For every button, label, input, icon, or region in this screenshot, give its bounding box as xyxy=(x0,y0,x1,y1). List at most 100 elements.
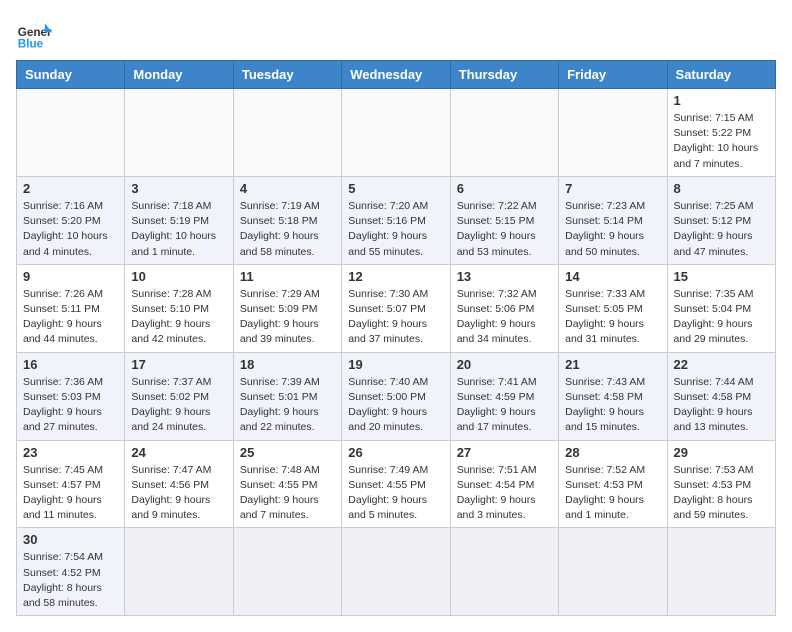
day-number: 5 xyxy=(348,181,443,196)
calendar-day-cell xyxy=(233,89,341,177)
day-info: Sunrise: 7:37 AM Sunset: 5:02 PM Dayligh… xyxy=(131,375,226,436)
calendar-day-cell xyxy=(125,89,233,177)
page-header: General Blue xyxy=(16,16,776,52)
day-number: 8 xyxy=(674,181,769,196)
calendar-day-cell xyxy=(342,89,450,177)
weekday-header: Monday xyxy=(125,61,233,89)
calendar-week-row: 23Sunrise: 7:45 AM Sunset: 4:57 PM Dayli… xyxy=(17,440,776,528)
calendar-day-cell: 8 Sunrise: 7:25 AM Sunset: 5:12 PM Daylig… xyxy=(667,176,775,264)
day-info: Sunrise: 7:20 AM Sunset: 5:16 PM Dayligh… xyxy=(348,199,443,260)
day-info: Sunrise: 7:18 AM Sunset: 5:19 PM Dayligh… xyxy=(131,199,226,260)
day-info: Sunrise: 7:16 AM Sunset: 5:20 PM Dayligh… xyxy=(23,199,118,260)
day-number: 14 xyxy=(565,269,660,284)
day-info: Sunrise: 7:41 AM Sunset: 4:59 PM Dayligh… xyxy=(457,375,552,436)
calendar-day-cell: 25Sunrise: 7:48 AM Sunset: 4:55 PM Dayli… xyxy=(233,440,341,528)
day-info: Sunrise: 7:54 AM Sunset: 4:52 PM Dayligh… xyxy=(23,550,118,611)
day-number: 13 xyxy=(457,269,552,284)
day-info: Sunrise: 7:32 AM Sunset: 5:06 PM Dayligh… xyxy=(457,287,552,348)
logo-icon: General Blue xyxy=(16,16,52,52)
calendar-day-cell xyxy=(450,89,558,177)
day-number: 29 xyxy=(674,445,769,460)
day-info: Sunrise: 7:29 AM Sunset: 5:09 PM Dayligh… xyxy=(240,287,335,348)
calendar-day-cell xyxy=(125,528,233,616)
day-number: 7 xyxy=(565,181,660,196)
calendar-day-cell: 16 Sunrise: 7:36 AM Sunset: 5:03 PM Dayli… xyxy=(17,352,125,440)
day-info: Sunrise: 7:43 AM Sunset: 4:58 PM Dayligh… xyxy=(565,375,660,436)
calendar-day-cell: 19 Sunrise: 7:40 AM Sunset: 5:00 PM Dayli… xyxy=(342,352,450,440)
day-info: Sunrise: 7:49 AM Sunset: 4:55 PM Dayligh… xyxy=(348,463,443,524)
weekday-header: Wednesday xyxy=(342,61,450,89)
calendar-day-cell: 26 Sunrise: 7:49 AM Sunset: 4:55 PM Dayli… xyxy=(342,440,450,528)
day-info: Sunrise: 7:33 AM Sunset: 5:05 PM Dayligh… xyxy=(565,287,660,348)
calendar-day-cell: 22 Sunrise: 7:44 AM Sunset: 4:58 PM Dayli… xyxy=(667,352,775,440)
day-info: Sunrise: 7:51 AM Sunset: 4:54 PM Dayligh… xyxy=(457,463,552,524)
calendar-day-cell: 17Sunrise: 7:37 AM Sunset: 5:02 PM Dayli… xyxy=(125,352,233,440)
day-info: Sunrise: 7:47 AM Sunset: 4:56 PM Dayligh… xyxy=(131,463,226,524)
calendar-day-cell: 24 Sunrise: 7:47 AM Sunset: 4:56 PM Dayli… xyxy=(125,440,233,528)
calendar-week-row: 30 Sunrise: 7:54 AM Sunset: 4:52 PM Dayli… xyxy=(17,528,776,616)
day-number: 3 xyxy=(131,181,226,196)
day-number: 23 xyxy=(23,445,118,460)
day-number: 10 xyxy=(131,269,226,284)
day-number: 22 xyxy=(674,357,769,372)
day-info: Sunrise: 7:26 AM Sunset: 5:11 PM Dayligh… xyxy=(23,287,118,348)
calendar-day-cell: 18 Sunrise: 7:39 AM Sunset: 5:01 PM Dayli… xyxy=(233,352,341,440)
calendar-day-cell: 20Sunrise: 7:41 AM Sunset: 4:59 PM Dayli… xyxy=(450,352,558,440)
weekday-header: Saturday xyxy=(667,61,775,89)
calendar-table: SundayMondayTuesdayWednesdayThursdayFrid… xyxy=(16,60,776,616)
day-number: 26 xyxy=(348,445,443,460)
calendar-day-cell: 29Sunrise: 7:53 AM Sunset: 4:53 PM Dayli… xyxy=(667,440,775,528)
day-number: 9 xyxy=(23,269,118,284)
calendar-day-cell: 5 Sunrise: 7:20 AM Sunset: 5:16 PM Daylig… xyxy=(342,176,450,264)
day-info: Sunrise: 7:25 AM Sunset: 5:12 PM Dayligh… xyxy=(674,199,769,260)
calendar-day-cell: 4Sunrise: 7:19 AM Sunset: 5:18 PM Daylig… xyxy=(233,176,341,264)
day-number: 28 xyxy=(565,445,660,460)
day-number: 19 xyxy=(348,357,443,372)
calendar-day-cell xyxy=(17,89,125,177)
weekday-header: Sunday xyxy=(17,61,125,89)
day-info: Sunrise: 7:52 AM Sunset: 4:53 PM Dayligh… xyxy=(565,463,660,524)
calendar-day-cell xyxy=(667,528,775,616)
weekday-header: Tuesday xyxy=(233,61,341,89)
day-info: Sunrise: 7:39 AM Sunset: 5:01 PM Dayligh… xyxy=(240,375,335,436)
calendar-day-cell: 6Sunrise: 7:22 AM Sunset: 5:15 PM Daylig… xyxy=(450,176,558,264)
day-info: Sunrise: 7:48 AM Sunset: 4:55 PM Dayligh… xyxy=(240,463,335,524)
day-info: Sunrise: 7:30 AM Sunset: 5:07 PM Dayligh… xyxy=(348,287,443,348)
calendar-week-row: 9 Sunrise: 7:26 AM Sunset: 5:11 PM Daylig… xyxy=(17,264,776,352)
calendar-header-row: SundayMondayTuesdayWednesdayThursdayFrid… xyxy=(17,61,776,89)
calendar-day-cell: 27 Sunrise: 7:51 AM Sunset: 4:54 PM Dayli… xyxy=(450,440,558,528)
calendar-week-row: 2Sunrise: 7:16 AM Sunset: 5:20 PM Daylig… xyxy=(17,176,776,264)
calendar-day-cell xyxy=(559,89,667,177)
calendar-day-cell xyxy=(233,528,341,616)
day-number: 11 xyxy=(240,269,335,284)
day-info: Sunrise: 7:44 AM Sunset: 4:58 PM Dayligh… xyxy=(674,375,769,436)
calendar-day-cell: 2Sunrise: 7:16 AM Sunset: 5:20 PM Daylig… xyxy=(17,176,125,264)
day-info: Sunrise: 7:40 AM Sunset: 5:00 PM Dayligh… xyxy=(348,375,443,436)
calendar-day-cell: 10Sunrise: 7:28 AM Sunset: 5:10 PM Dayli… xyxy=(125,264,233,352)
weekday-header: Thursday xyxy=(450,61,558,89)
calendar-day-cell: 23Sunrise: 7:45 AM Sunset: 4:57 PM Dayli… xyxy=(17,440,125,528)
calendar-day-cell: 12Sunrise: 7:30 AM Sunset: 5:07 PM Dayli… xyxy=(342,264,450,352)
day-number: 16 xyxy=(23,357,118,372)
calendar-day-cell: 28 Sunrise: 7:52 AM Sunset: 4:53 PM Dayli… xyxy=(559,440,667,528)
day-number: 27 xyxy=(457,445,552,460)
day-info: Sunrise: 7:19 AM Sunset: 5:18 PM Dayligh… xyxy=(240,199,335,260)
day-number: 24 xyxy=(131,445,226,460)
calendar-day-cell: 30 Sunrise: 7:54 AM Sunset: 4:52 PM Dayli… xyxy=(17,528,125,616)
day-info: Sunrise: 7:35 AM Sunset: 5:04 PM Dayligh… xyxy=(674,287,769,348)
calendar-day-cell: 14 Sunrise: 7:33 AM Sunset: 5:05 PM Dayli… xyxy=(559,264,667,352)
calendar-day-cell: 21Sunrise: 7:43 AM Sunset: 4:58 PM Dayli… xyxy=(559,352,667,440)
calendar-day-cell: 9 Sunrise: 7:26 AM Sunset: 5:11 PM Daylig… xyxy=(17,264,125,352)
calendar-day-cell xyxy=(450,528,558,616)
calendar-day-cell xyxy=(559,528,667,616)
calendar-week-row: 1Sunrise: 7:15 AM Sunset: 5:22 PM Daylig… xyxy=(17,89,776,177)
day-number: 30 xyxy=(23,532,118,547)
calendar-day-cell: 13 Sunrise: 7:32 AM Sunset: 5:06 PM Dayli… xyxy=(450,264,558,352)
day-info: Sunrise: 7:36 AM Sunset: 5:03 PM Dayligh… xyxy=(23,375,118,436)
day-number: 18 xyxy=(240,357,335,372)
day-number: 1 xyxy=(674,93,769,108)
logo: General Blue xyxy=(16,16,52,52)
day-info: Sunrise: 7:22 AM Sunset: 5:15 PM Dayligh… xyxy=(457,199,552,260)
weekday-header: Friday xyxy=(559,61,667,89)
calendar-day-cell: 11 Sunrise: 7:29 AM Sunset: 5:09 PM Dayli… xyxy=(233,264,341,352)
